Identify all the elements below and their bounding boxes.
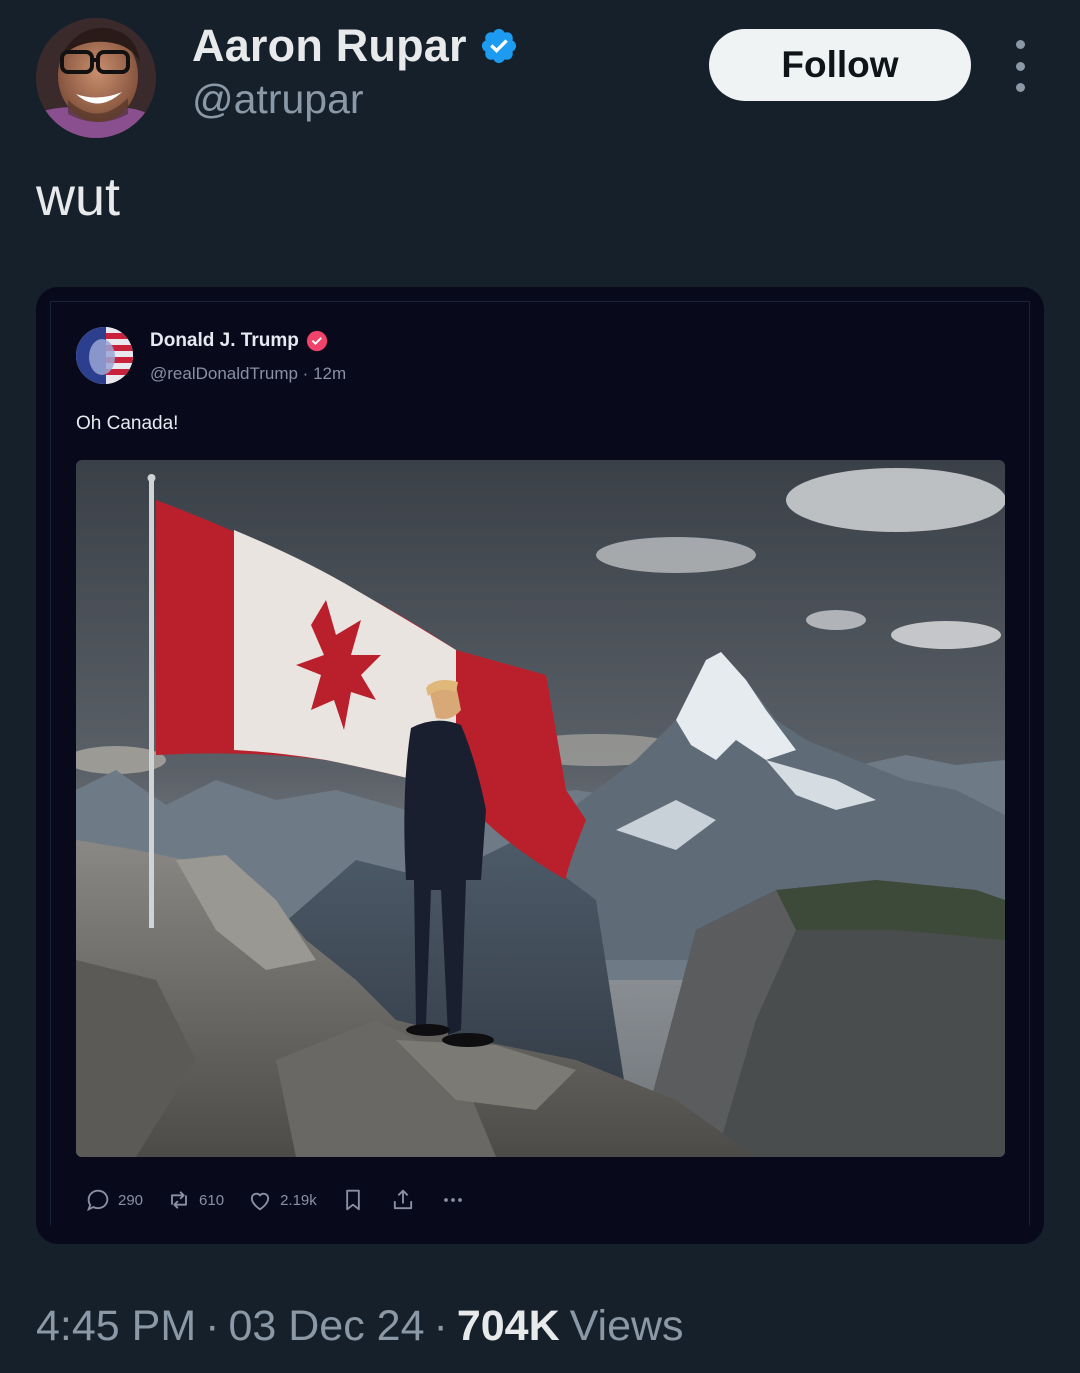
quoted-post-text: Oh Canada!	[76, 413, 179, 434]
quoted-post-actions: 290 610 2.19k	[84, 1186, 489, 1214]
reply-icon	[87, 1189, 109, 1212]
like-action[interactable]: 2.19k	[246, 1186, 317, 1214]
quoted-author-name: Donald J. Trump	[150, 330, 299, 351]
views-count[interactable]: 704K	[457, 1302, 560, 1351]
share-icon	[393, 1189, 412, 1210]
author-name-row[interactable]: Aaron Rupar	[192, 20, 519, 72]
author-display-name[interactable]: Aaron Rupar	[192, 20, 467, 72]
embedded-post-image[interactable]: Donald J. Trump @realDonaldTrump · 12m O…	[36, 287, 1044, 1244]
views-label[interactable]: Views	[570, 1302, 684, 1351]
quoted-author-avatar	[76, 327, 133, 384]
bookmark-action[interactable]	[339, 1186, 367, 1214]
like-icon	[250, 1192, 270, 1211]
repost-action[interactable]: 610	[165, 1186, 224, 1214]
quoted-author-name-row: Donald J. Trump	[150, 330, 328, 352]
quoted-post-photo	[76, 460, 1005, 1157]
tweet-text: wut	[36, 167, 121, 227]
more-dots-icon[interactable]	[1002, 40, 1038, 92]
meta-separator: ·	[205, 1302, 220, 1350]
more-icon	[443, 1198, 462, 1202]
quoted-verified-badge-icon	[306, 330, 327, 352]
tweet-date[interactable]: 03 Dec 24	[228, 1302, 424, 1351]
share-action[interactable]	[389, 1186, 417, 1214]
meta-separator: ·	[433, 1302, 448, 1350]
quoted-author-handle: @realDonaldTrump · 12m	[150, 364, 347, 383]
post-more-action[interactable]	[439, 1186, 467, 1214]
like-count: 2.19k	[280, 1191, 317, 1209]
author-avatar[interactable]	[36, 18, 156, 138]
reply-count: 290	[118, 1191, 144, 1209]
verified-badge-icon	[481, 28, 516, 64]
follow-button[interactable]: Follow	[709, 29, 971, 101]
repost-icon	[171, 1191, 187, 1209]
repost-count: 610	[199, 1191, 225, 1209]
reply-action[interactable]: 290	[84, 1186, 143, 1214]
bookmark-icon	[345, 1189, 360, 1211]
author-handle[interactable]: @atrupar	[192, 76, 364, 123]
tweet-meta: 4:45 PM · 03 Dec 24 · 704K Views	[36, 1302, 684, 1351]
tweet-time[interactable]: 4:45 PM	[36, 1302, 196, 1351]
